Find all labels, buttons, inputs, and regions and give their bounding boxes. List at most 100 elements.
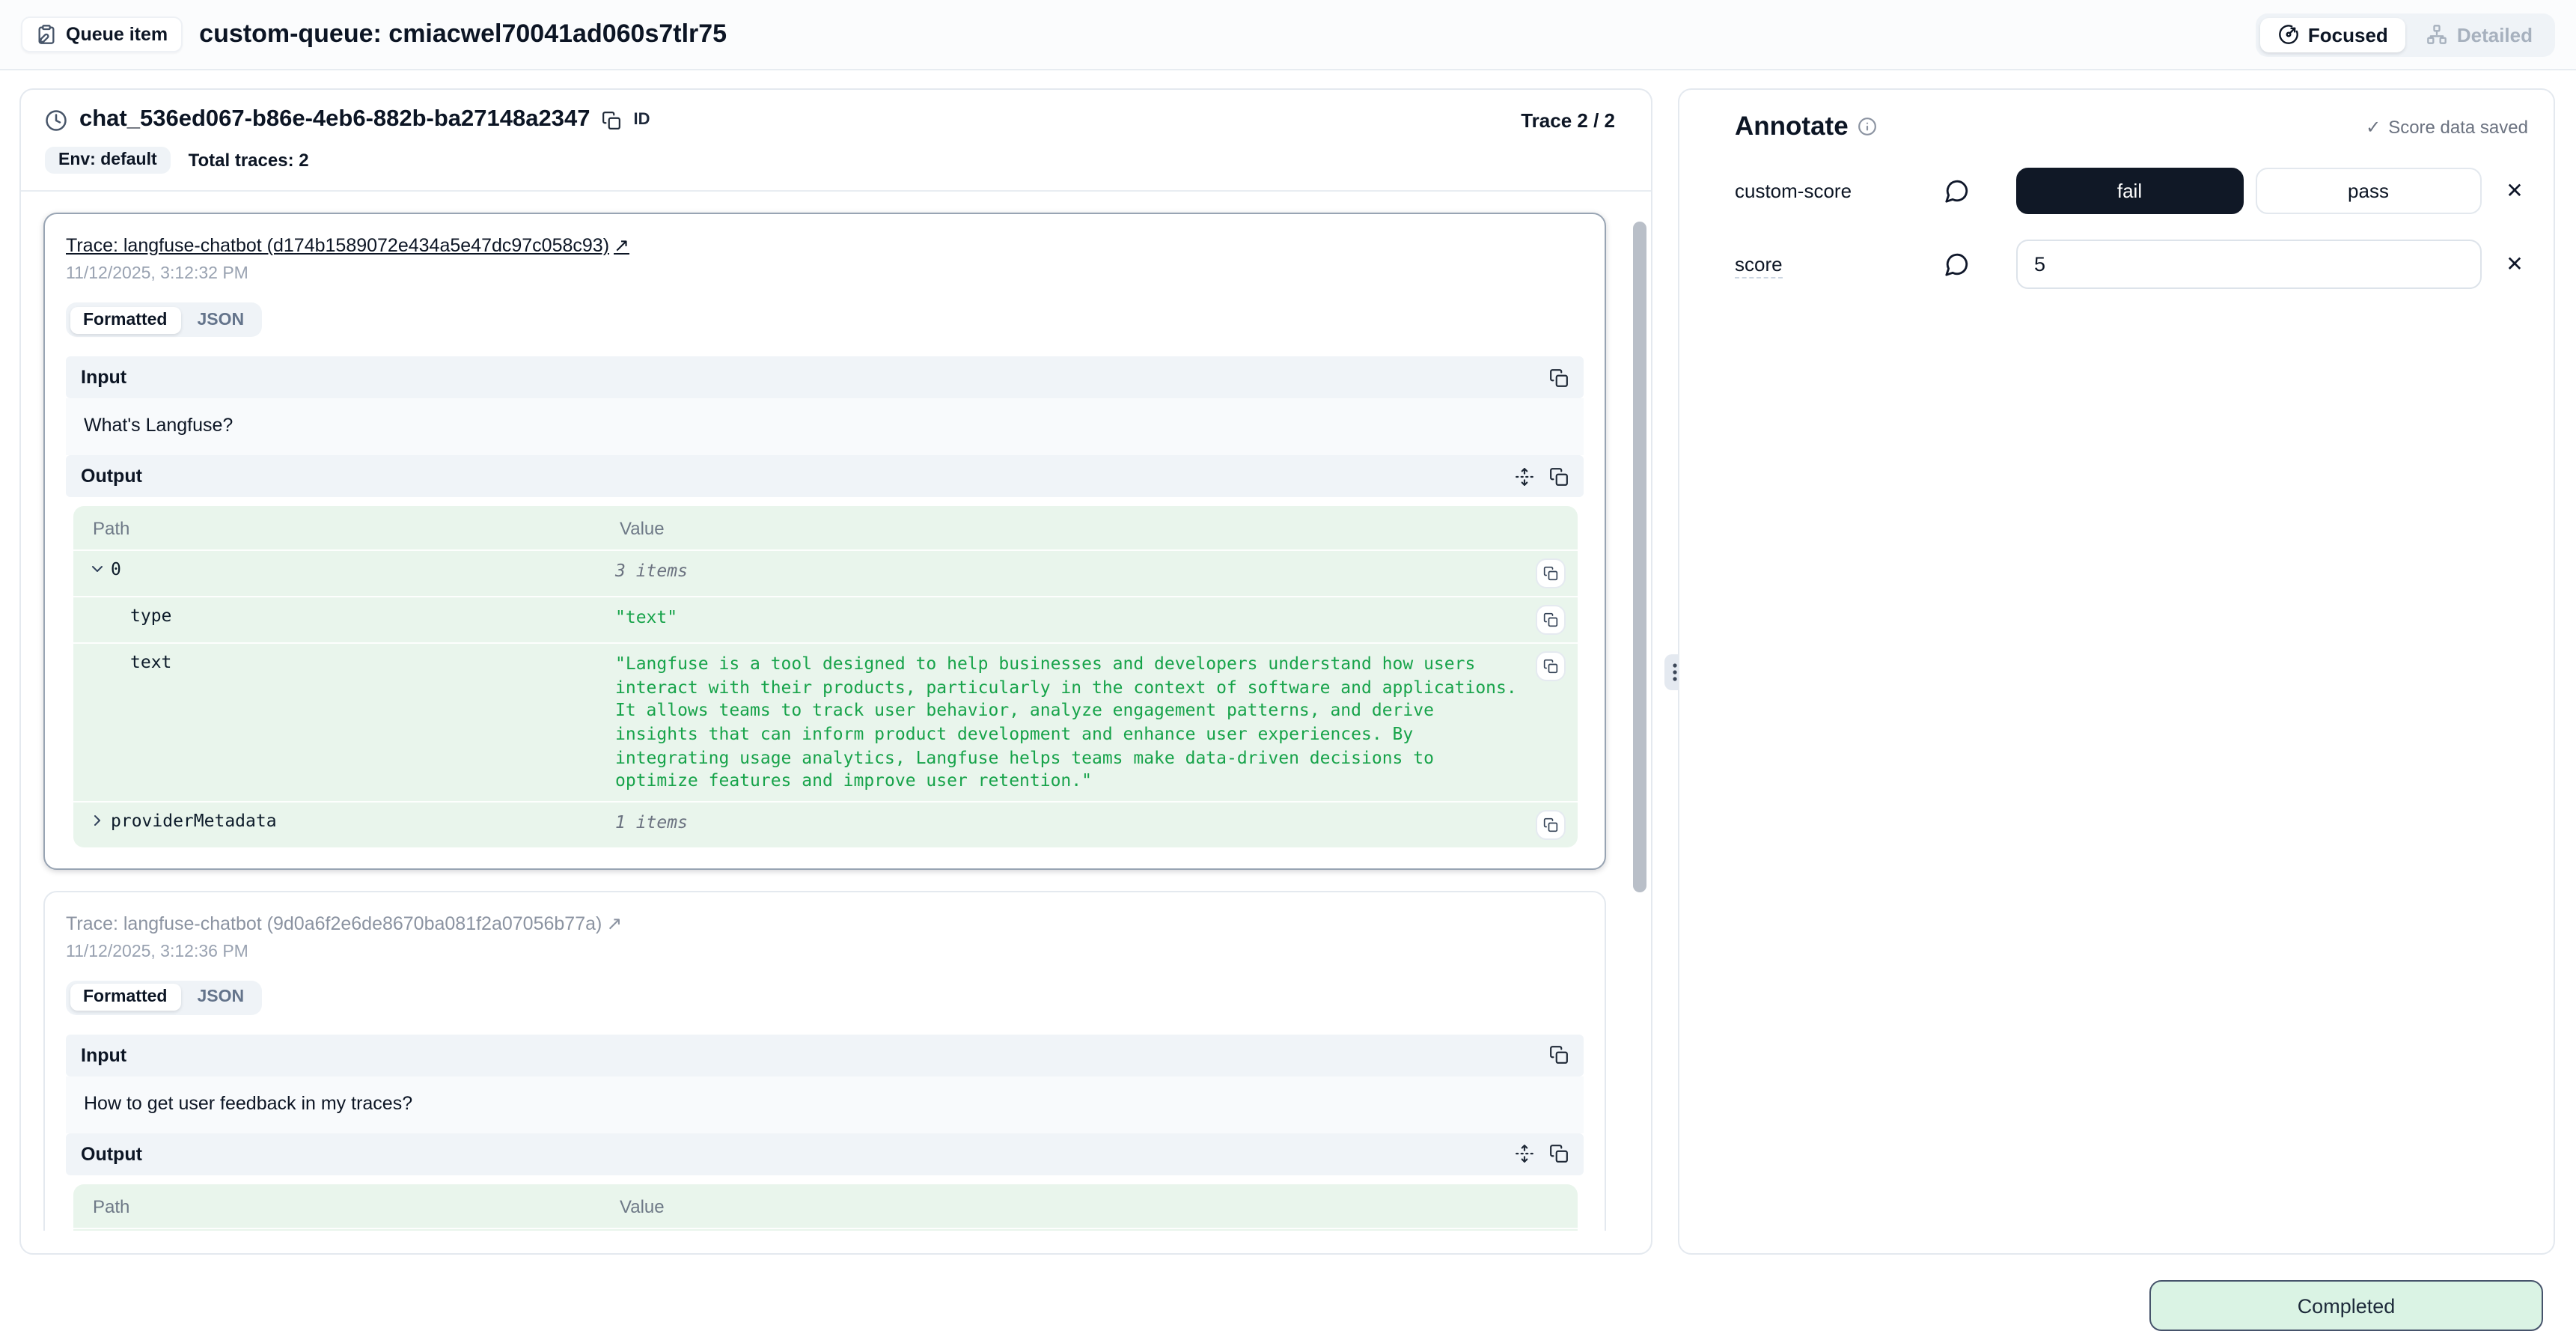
save-status-label: Score data saved — [2388, 116, 2528, 137]
focused-view-button[interactable]: Focused — [2260, 17, 2406, 52]
table-row: providerMetadata 1 items — [73, 801, 1578, 847]
path-column-header: Path — [93, 518, 620, 539]
trace-1-format-tabs: Formatted JSON — [66, 302, 261, 337]
annotate-panel: Annotate ✓ Score data saved custom-score… — [1678, 88, 2555, 1255]
path-column-header: Path — [93, 1196, 620, 1217]
check-icon: ✓ — [2366, 116, 2381, 137]
value-column-header: Value — [620, 518, 1521, 539]
id-label: ID — [633, 111, 650, 129]
trace-2-link-label: Trace: langfuse-chatbot (9d0a6f2e6de8670… — [66, 913, 602, 934]
table-row: text "Langfuse is a tool designed to hel… — [73, 642, 1578, 801]
tab-json[interactable]: JSON — [183, 984, 257, 1011]
queue-item-header: chat_536ed067-b86e-4eb6-882b-ba27148a234… — [21, 90, 1651, 192]
expand-output-button[interactable] — [1515, 1145, 1534, 1164]
delete-score-button[interactable]: ✕ — [2501, 178, 2528, 204]
input-section-header: Input — [66, 1035, 1584, 1076]
output-json-table: Path Value 0 3 items — [73, 506, 1578, 847]
output-json-table: Path Value 0 3 items — [73, 1184, 1578, 1231]
trace-2-timestamp: 11/12/2025, 3:12:36 PM — [66, 943, 1584, 961]
input-section-header: Input — [66, 356, 1584, 398]
app-window: Queue item custom-queue: cmiacwel70041ad… — [0, 0, 2576, 1343]
copy-input-button[interactable] — [1549, 368, 1569, 387]
row-value: "Langfuse is a tool designed to help bus… — [615, 651, 1521, 794]
output-label: Output — [81, 1144, 142, 1165]
delete-score-button[interactable]: ✕ — [2501, 252, 2528, 277]
row-value: "text" — [615, 605, 1521, 630]
table-row: 0 3 items — [73, 549, 1578, 596]
close-icon: ✕ — [2506, 252, 2523, 275]
copy-output-button[interactable] — [1549, 1145, 1569, 1164]
tab-formatted[interactable]: Formatted — [70, 306, 180, 333]
annotate-title: Annotate — [1735, 111, 1849, 142]
info-icon[interactable] — [1858, 117, 1877, 136]
custom-score-label: custom-score — [1735, 180, 1944, 202]
clock-icon — [45, 109, 67, 131]
scrollbar-thumb[interactable] — [1633, 222, 1646, 892]
save-status: ✓ Score data saved — [2366, 116, 2528, 137]
row-key: 0 — [111, 558, 121, 579]
tab-json[interactable]: JSON — [183, 306, 257, 333]
detailed-view-button[interactable]: Detailed — [2409, 17, 2551, 52]
copy-input-button[interactable] — [1549, 1046, 1569, 1065]
output-label: Output — [81, 466, 142, 487]
comment-icon[interactable] — [1944, 178, 1977, 204]
trace-1-timestamp: 11/12/2025, 3:12:32 PM — [66, 265, 1584, 283]
total-traces-label: Total traces: 2 — [189, 150, 309, 171]
network-icon — [2427, 24, 2448, 45]
score-value-input[interactable] — [2016, 240, 2482, 289]
expand-output-button[interactable] — [1515, 466, 1534, 486]
external-link-icon: ↗ — [614, 234, 629, 256]
tab-formatted[interactable]: Formatted — [70, 984, 180, 1011]
table-row: 0 3 items — [73, 1228, 1578, 1231]
chat-id-title: chat_536ed067-b86e-4eb6-882b-ba27148a234… — [79, 106, 590, 133]
circle-gauge-icon — [2278, 24, 2299, 45]
row-value: 3 items — [615, 558, 1521, 583]
row-key: type — [130, 605, 171, 626]
trace-1-link-label: Trace: langfuse-chatbot (d174b1589072e43… — [66, 235, 609, 256]
output-section-header: Output — [66, 455, 1584, 497]
trace-card-2: Trace: langfuse-chatbot (9d0a6f2e6de8670… — [43, 891, 1606, 1231]
queue-item-panel: chat_536ed067-b86e-4eb6-882b-ba27148a234… — [19, 88, 1652, 1255]
table-row: type "text" — [73, 596, 1578, 642]
trace-card-1: Trace: langfuse-chatbot (d174b1589072e43… — [43, 213, 1606, 870]
clipboard-pen-icon — [36, 24, 57, 45]
copy-row-button[interactable] — [1536, 605, 1566, 635]
pass-option-button[interactable]: pass — [2255, 168, 2482, 214]
fail-option-button[interactable]: fail — [2016, 168, 2243, 214]
focused-view-label: Focused — [2308, 23, 2388, 46]
copy-row-button[interactable] — [1536, 558, 1566, 588]
copy-output-button[interactable] — [1549, 466, 1569, 486]
input-value: How to get user feedback in my traces? — [66, 1076, 1584, 1133]
trace-1-link[interactable]: Trace: langfuse-chatbot (d174b1589072e43… — [66, 234, 629, 256]
external-link-icon: ↗ — [606, 912, 622, 934]
copy-row-button[interactable] — [1536, 651, 1566, 681]
completed-button[interactable]: Completed — [2149, 1280, 2543, 1331]
score-label: score — [1735, 253, 1783, 278]
close-icon: ✕ — [2506, 178, 2523, 202]
queue-item-badge: Queue item — [21, 16, 183, 52]
chevron-right-icon[interactable] — [88, 811, 106, 829]
input-value: What's Langfuse? — [66, 398, 1584, 455]
score-row: score ✕ — [1735, 240, 2528, 289]
environment-badge: Env: default — [45, 147, 171, 174]
copy-row-button[interactable] — [1536, 810, 1566, 840]
vertical-scrollbar — [1633, 222, 1646, 1253]
queue-item-badge-label: Queue item — [66, 24, 168, 45]
input-label: Input — [81, 1045, 126, 1066]
output-section-header: Output — [66, 1133, 1584, 1175]
detailed-view-label: Detailed — [2457, 23, 2533, 46]
page-title: custom-queue: cmiacwel70041ad060s7tlr75 — [199, 19, 727, 49]
row-key: providerMetadata — [111, 810, 277, 831]
trace-counter: Trace 2 / 2 — [1521, 109, 1615, 131]
value-column-header: Value — [620, 1196, 1521, 1217]
chevron-down-icon[interactable] — [88, 560, 106, 578]
copy-id-button[interactable] — [602, 110, 621, 130]
row-key: text — [130, 651, 171, 672]
view-mode-toggle: Focused Detailed — [2256, 13, 2555, 56]
comment-icon[interactable] — [1944, 252, 1977, 277]
row-value: 1 items — [615, 810, 1521, 835]
input-label: Input — [81, 367, 126, 388]
custom-score-row: custom-score fail pass ✕ — [1735, 166, 2528, 216]
trace-2-format-tabs: Formatted JSON — [66, 981, 261, 1015]
trace-2-link[interactable]: Trace: langfuse-chatbot (9d0a6f2e6de8670… — [66, 912, 622, 934]
